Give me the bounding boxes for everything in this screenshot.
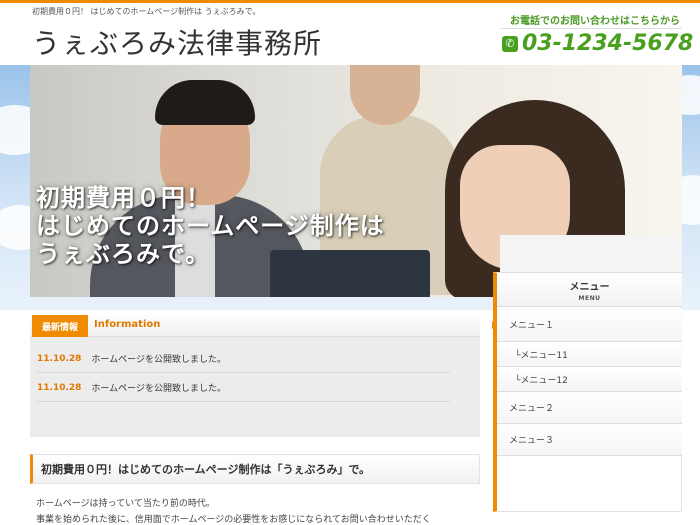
sidebar-item-menu-3[interactable]: メニュー３ [497, 424, 682, 456]
hero-line-1: 初期費用０円！ [36, 184, 211, 212]
news-tag: 最新情報 [32, 315, 88, 337]
news-item[interactable]: 11.10.28 ホームページを公開致しました。 [37, 345, 450, 373]
contact-label: お電話でのお問い合わせはこちらから [510, 16, 680, 27]
news-date: 11.10.28 [37, 353, 82, 364]
phone-icon: ✆ [502, 35, 518, 52]
sidebar-item-label: メニュー１ [509, 321, 555, 331]
news-text: ホームページを公開致しました。 [91, 384, 226, 394]
intro-body: ホームページは持っていて当たり前の時代。 事業を始められた後に、信用面でホームペ… [36, 496, 486, 525]
sidebar-item-label: メニュー３ [509, 436, 555, 446]
menu-title: メニュー [569, 282, 610, 293]
hero-line-2: はじめてのホームページ制作は [36, 212, 385, 240]
sidebar-menu: メニュー MENU メニュー１ └メニュー11 └メニュー12 メニュー２ メニ… [492, 272, 682, 512]
sidebar-item-menu-2[interactable]: メニュー２ [497, 392, 682, 424]
phone-number: 03-1234-5678 [522, 31, 694, 56]
sidebar-item-menu-11[interactable]: └メニュー11 [497, 342, 682, 367]
intro-line-1: ホームページは持っていて当たり前の時代。 [36, 499, 215, 509]
sidebar-item-menu-12[interactable]: └メニュー12 [497, 367, 682, 392]
site-title-logo[interactable]: うぇぶろみ法律事務所 [32, 22, 322, 62]
news-header: 最新情報 Information [30, 313, 480, 337]
hero-headline: 初期費用０円！ はじめてのホームページ制作は うぇぶろみで。 [36, 184, 385, 268]
menu-header: メニュー MENU [497, 273, 682, 307]
site-tagline: 初期費用０円！ はじめてのホームページ制作は うぇぶろみで。 [32, 7, 261, 16]
top-accent-bar [0, 0, 700, 3]
news-subtitle: Information [94, 319, 161, 330]
hero-line-3: うぇぶろみで。 [36, 240, 211, 268]
active-arrow-icon [492, 320, 497, 329]
sidebar-item-menu-1[interactable]: メニュー１ [492, 308, 682, 342]
news-text: ホームページを公開致しました。 [91, 355, 226, 365]
intro-heading: 初期費用０円！はじめてのホームページ制作は「うぇぶろみ」で。 [30, 454, 480, 484]
intro-line-2: 事業を始められた後に、信用面でホームページの必要性をお感じになられてお問い合わせ… [36, 515, 431, 525]
news-item[interactable]: 11.10.28 ホームページを公開致しました。 [37, 374, 450, 402]
phone-number-block[interactable]: ✆ 03-1234-5678 [502, 31, 693, 56]
menu-subtitle: MENU [578, 295, 601, 302]
sidebar-item-label: メニュー２ [509, 404, 555, 414]
sidebar-item-label: └メニュー12 [515, 375, 568, 386]
sidebar-item-label: └メニュー11 [515, 350, 568, 361]
news-section: 最新情報 Information 11.10.28 ホームページを公開致しました… [30, 313, 480, 437]
news-date: 11.10.28 [37, 382, 82, 393]
contact-divider [500, 28, 682, 29]
